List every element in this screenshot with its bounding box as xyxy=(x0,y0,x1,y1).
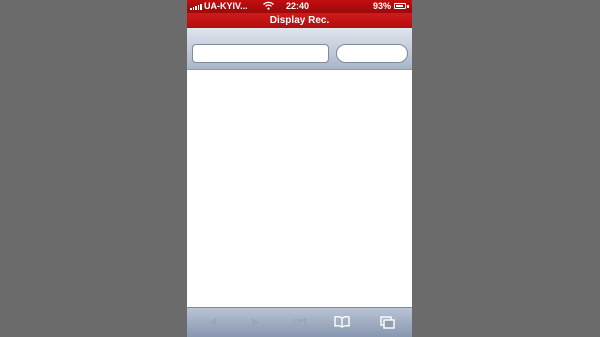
forward-button[interactable] xyxy=(247,315,263,329)
clock: 22:40 xyxy=(286,1,310,11)
carrier-name: UA-KYIV... xyxy=(204,1,248,11)
battery-tip xyxy=(407,5,409,8)
tabs-button[interactable] xyxy=(379,315,395,329)
share-button[interactable] xyxy=(292,315,308,329)
share-icon xyxy=(292,317,307,328)
back-button[interactable] xyxy=(204,315,220,329)
bottom-toolbar xyxy=(187,307,412,337)
phone-screen: UA-KYIV... 22:40 93% Display Rec. xyxy=(187,0,412,337)
title-bar: Display Rec. xyxy=(187,13,412,28)
address-field[interactable] xyxy=(192,44,329,63)
battery-percent: 93% xyxy=(373,1,392,11)
battery-level xyxy=(396,5,404,7)
url-toolbar xyxy=(187,28,412,70)
page-title: Display Rec. xyxy=(269,15,330,26)
signal-bars-icon xyxy=(190,4,202,10)
search-field[interactable] xyxy=(336,44,408,63)
back-arrow-icon xyxy=(208,317,216,327)
tabs-icon xyxy=(379,315,395,329)
battery-icon xyxy=(394,3,406,9)
web-content-area[interactable] xyxy=(187,70,412,307)
bookmarks-icon xyxy=(334,316,350,328)
bookmarks-button[interactable] xyxy=(334,315,350,329)
status-bar: UA-KYIV... 22:40 93% xyxy=(187,0,412,13)
forward-arrow-icon xyxy=(251,317,259,327)
